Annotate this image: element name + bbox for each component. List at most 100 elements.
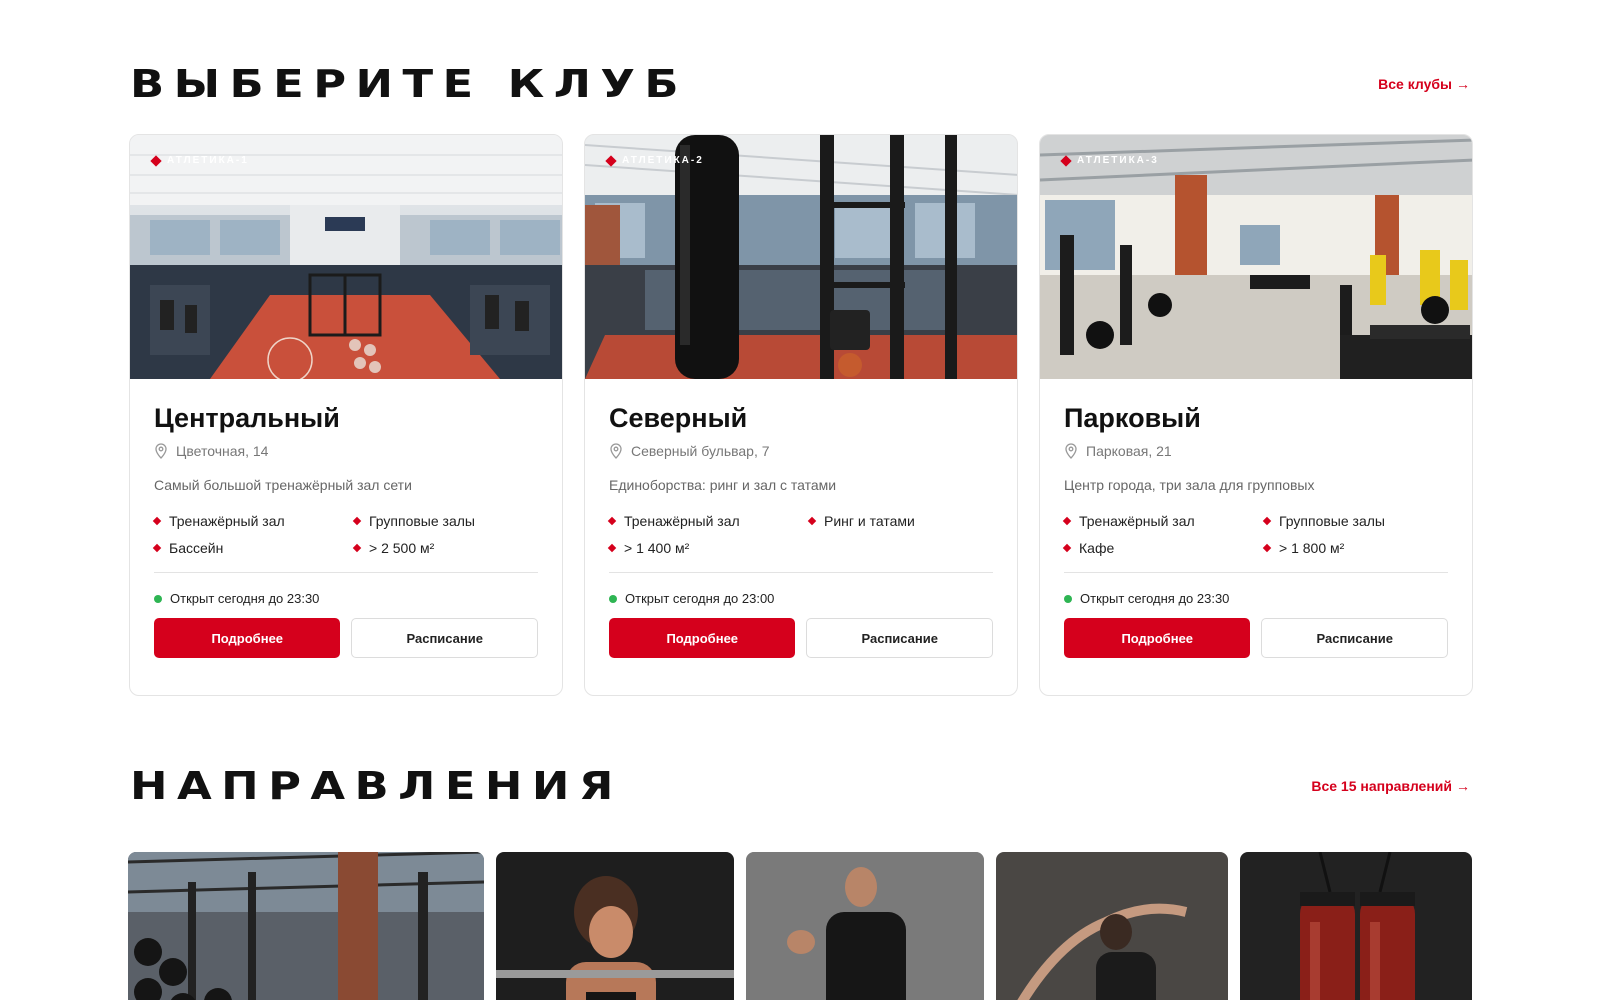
club-address-text: Северный бульвар, 7: [631, 443, 770, 459]
feature-item: Кафе: [1062, 540, 1264, 556]
diamond-icon: [152, 516, 162, 526]
club-address-text: Цветочная, 14: [176, 443, 269, 459]
divider: [154, 572, 538, 573]
arrow-right-icon: →: [1456, 778, 1470, 794]
feature-item: Групповые залы: [352, 513, 534, 529]
club-description: Единоборства: ринг и зал с татами: [609, 477, 837, 493]
feature-label: Бассейн: [169, 540, 224, 556]
clubs-section-header: Выберите клуб Все клубы →: [130, 62, 1470, 106]
club-card-central[interactable]: АТЛЕТИКА-1 Центральный Цветочная, 14 Сам…: [129, 134, 563, 696]
man-running-photo: [746, 852, 984, 1000]
feature-item: Групповые залы: [1262, 513, 1444, 529]
open-status-text: Открыт сегодня до 23:30: [1080, 591, 1230, 606]
club-features: Тренажёрный зал Групповые залы Кафе > 1 …: [1062, 513, 1448, 556]
directions-section-title: Направления: [130, 764, 623, 808]
club-photo: АТЛЕТИКА-2: [585, 135, 1017, 379]
club-card-park[interactable]: АТЛЕТИКА-3 Парковый Парковая, 21 Центр г…: [1039, 134, 1473, 696]
clubs-section-title: Выберите клуб: [130, 62, 689, 106]
club-tag-label: АТЛЕТИКА-1: [167, 155, 249, 166]
all-directions-label: Все 15 направлений: [1311, 778, 1452, 794]
club-address: Северный бульвар, 7: [609, 443, 993, 459]
schedule-button[interactable]: Расписание: [1261, 618, 1448, 658]
all-clubs-label: Все клубы: [1378, 76, 1452, 92]
club-tag: АТЛЕТИКА-1: [150, 154, 249, 167]
gym-dumbbells-photo: [128, 852, 484, 1000]
directions-list: [128, 852, 1472, 1000]
club-card-body: Парковый Парковая, 21 Центр города, три …: [1040, 379, 1472, 658]
club-cards-list: АТЛЕТИКА-1 Центральный Цветочная, 14 Сам…: [129, 134, 1473, 696]
divider: [609, 572, 993, 573]
diamond-icon: [1262, 516, 1272, 526]
feature-label: Тренажёрный зал: [169, 513, 285, 529]
diamond-icon: [1060, 154, 1072, 167]
diamond-icon: [605, 154, 617, 167]
open-status: Открыт сегодня до 23:30: [1064, 591, 1448, 606]
diamond-icon: [1062, 516, 1072, 526]
diamond-icon: [607, 516, 617, 526]
boxing-gloves-photo: [1240, 852, 1472, 1000]
club-address: Цветочная, 14: [154, 443, 538, 459]
feature-label: Кафе: [1079, 540, 1115, 556]
feature-item: Ринг и татами: [807, 513, 989, 529]
schedule-button[interactable]: Расписание: [351, 618, 538, 658]
club-description: Самый большой тренажёрный зал сети: [154, 477, 412, 493]
open-status-text: Открыт сегодня до 23:00: [625, 591, 775, 606]
location-pin-icon: [610, 443, 622, 459]
all-directions-link[interactable]: Все 15 направлений →: [1311, 778, 1470, 794]
feature-item: > 1 400 м²: [607, 540, 809, 556]
feature-label: Тренажёрный зал: [624, 513, 740, 529]
club-card-body: Северный Северный бульвар, 7 Единоборств…: [585, 379, 1017, 658]
club-card-body: Центральный Цветочная, 14 Самый большой …: [130, 379, 562, 658]
diamond-icon: [1262, 543, 1272, 553]
diamond-icon: [352, 543, 362, 553]
divider: [1064, 572, 1448, 573]
club-actions: Подробнее Расписание: [154, 618, 538, 658]
club-features: Тренажёрный зал Групповые залы Бассейн >…: [152, 513, 538, 556]
status-dot-icon: [1064, 594, 1072, 603]
diamond-icon: [807, 516, 817, 526]
feature-item: Тренажёрный зал: [1062, 513, 1264, 529]
arrow-right-icon: →: [1456, 76, 1470, 92]
direction-tile-gym[interactable]: [128, 852, 484, 1000]
feature-label: > 1 400 м²: [624, 540, 690, 556]
details-button[interactable]: Подробнее: [609, 618, 796, 658]
diamond-icon: [150, 154, 162, 167]
club-name: Парковый: [1064, 403, 1201, 433]
direction-tile-strength[interactable]: [496, 852, 734, 1000]
club-address: Парковая, 21: [1064, 443, 1448, 459]
feature-label: > 1 800 м²: [1279, 540, 1345, 556]
all-clubs-link[interactable]: Все клубы →: [1378, 76, 1470, 92]
details-button[interactable]: Подробнее: [1064, 618, 1251, 658]
open-status: Открыт сегодня до 23:30: [154, 591, 538, 606]
club-actions: Подробнее Расписание: [609, 618, 993, 658]
feature-item: > 2 500 м²: [352, 540, 534, 556]
club-tag: АТЛЕТИКА-2: [605, 154, 704, 167]
direction-tile-functional[interactable]: [746, 852, 984, 1000]
club-photo: АТЛЕТИКА-1: [130, 135, 562, 379]
direction-tile-stretching[interactable]: [996, 852, 1228, 1000]
woman-stretching-photo: [996, 852, 1228, 1000]
open-status-text: Открыт сегодня до 23:30: [170, 591, 320, 606]
club-address-text: Парковая, 21: [1086, 443, 1172, 459]
gym-interior-image: [585, 135, 1017, 379]
club-photo: АТЛЕТИКА-3: [1040, 135, 1472, 379]
diamond-icon: [607, 543, 617, 553]
feature-label: Групповые залы: [1279, 513, 1385, 529]
direction-tile-boxing[interactable]: [1240, 852, 1472, 1000]
gym-interior-image: [1040, 135, 1472, 379]
club-description: Центр города, три зала для групповых: [1064, 477, 1315, 493]
diamond-icon: [352, 516, 362, 526]
schedule-button[interactable]: Расписание: [806, 618, 993, 658]
club-tag-label: АТЛЕТИКА-3: [1077, 155, 1159, 166]
feature-item: Тренажёрный зал: [607, 513, 809, 529]
status-dot-icon: [154, 594, 162, 603]
location-pin-icon: [1065, 443, 1077, 459]
details-button[interactable]: Подробнее: [154, 618, 341, 658]
club-tag-label: АТЛЕТИКА-2: [622, 155, 704, 166]
club-card-north[interactable]: АТЛЕТИКА-2 Северный Северный бульвар, 7 …: [584, 134, 1018, 696]
directions-section-header: Направления Все 15 направлений →: [130, 764, 1470, 808]
club-features: Тренажёрный зал Ринг и татами > 1 400 м²: [607, 513, 993, 556]
feature-label: Групповые залы: [369, 513, 475, 529]
feature-label: Ринг и татами: [824, 513, 915, 529]
feature-label: > 2 500 м²: [369, 540, 435, 556]
